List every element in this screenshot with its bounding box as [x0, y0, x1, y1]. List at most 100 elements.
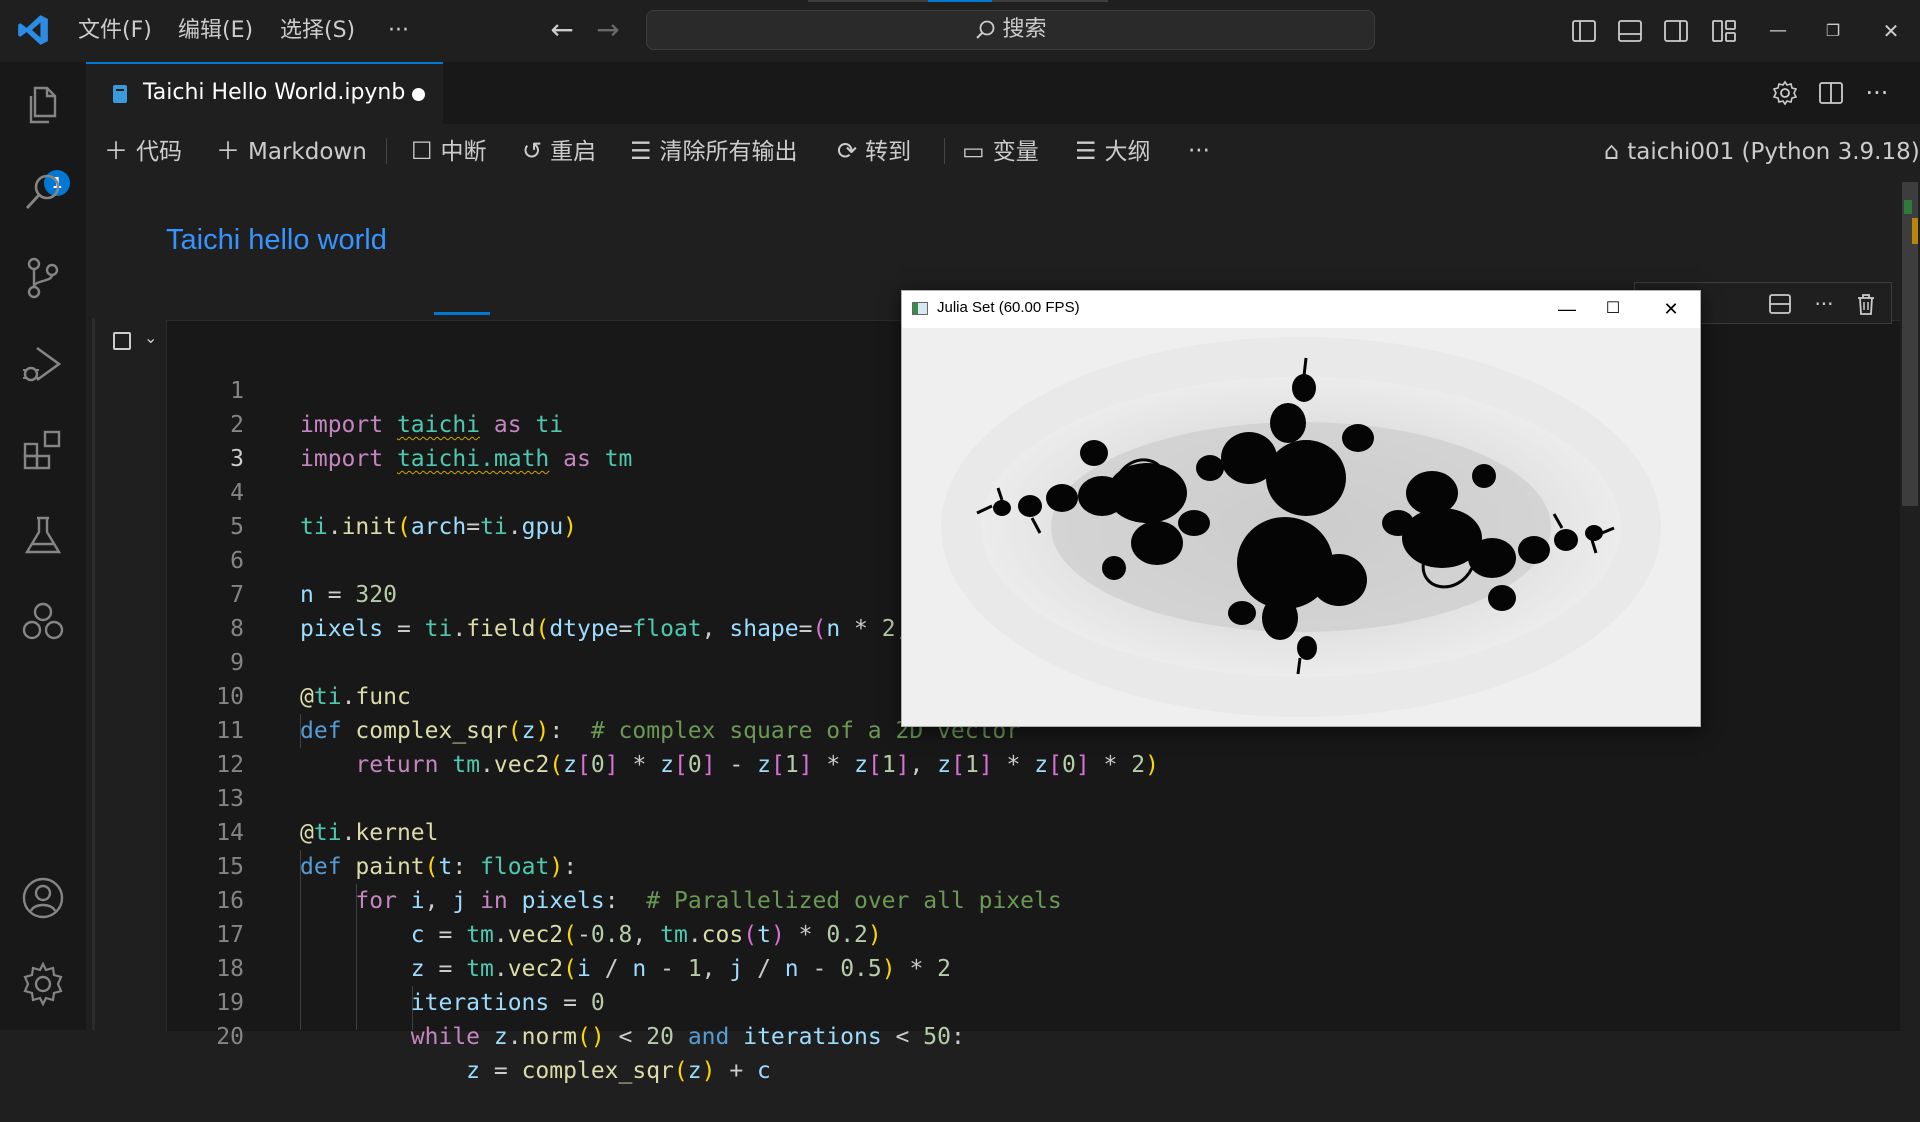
activity-bar: 1: [0, 62, 87, 1030]
julia-close-button[interactable]: ✕: [1649, 296, 1693, 322]
clear-outputs-icon: ☰: [630, 137, 652, 165]
tab-taichi-notebook[interactable]: Taichi Hello World.ipynb: [86, 62, 443, 124]
add-code-label: 代码: [136, 139, 182, 165]
plus-icon: ＋: [104, 137, 128, 165]
tab-title: Taichi Hello World.ipynb: [143, 80, 406, 105]
cell-focus-indicator: [92, 318, 95, 1030]
kernel-label: taichi001 (Python 3.9.18): [1627, 139, 1920, 165]
back-arrow-icon[interactable]: ←: [546, 14, 578, 46]
chevron-down-icon[interactable]: ⌄: [144, 328, 157, 347]
forward-arrow-icon[interactable]: →: [592, 14, 624, 46]
julia-window-titlebar[interactable]: Julia Set (60.00 FPS) — ☐ ✕: [902, 291, 1700, 329]
extensions-icon: [23, 430, 61, 470]
kernel-icon: ⌂: [1604, 137, 1620, 165]
kernel-picker[interactable]: ⌂ taichi001 (Python 3.9.18): [1604, 134, 1920, 168]
app-window-icon: [912, 302, 928, 315]
split-editor-icon[interactable]: [1816, 78, 1846, 108]
goto-label: 转到: [865, 139, 912, 165]
files-icon: [29, 86, 57, 124]
customize-layout-icon[interactable]: [1709, 16, 1739, 46]
settings-gear-icon[interactable]: [1770, 78, 1800, 108]
goto-button[interactable]: ⟳ 转到: [837, 134, 911, 168]
restart-button[interactable]: ↺ 重启: [522, 134, 596, 168]
add-markdown-label: Markdown: [248, 139, 367, 165]
add-markdown-cell-button[interactable]: ＋ Markdown: [216, 134, 367, 168]
menu-selection[interactable]: 选择(S): [280, 16, 355, 46]
code-text: while z.norm() < 20 and iterations < 50:: [410, 1024, 965, 1050]
code-line: 16 c = tm.vec2(-0.8, tm.cos(t) * 0.2): [166, 850, 1901, 948]
toggle-primary-sidebar-icon[interactable]: [1569, 16, 1599, 46]
search-icon: [976, 20, 995, 39]
source-control-icon: [27, 257, 59, 299]
stop-square-icon: ☐: [411, 137, 433, 165]
julia-window-title: Julia Set (60.00 FPS): [937, 299, 1080, 316]
sync-icon: ⟳: [837, 137, 858, 165]
account-icon: [22, 877, 64, 919]
menu-edit[interactable]: 编辑(E): [178, 16, 253, 46]
julia-minimize-button[interactable]: —: [1545, 296, 1589, 322]
explorer-button[interactable]: [19, 82, 67, 130]
title-bar: 文件(F) 编辑(E) 选择(S) ··· ← → 搜索 — ❐ ✕: [0, 0, 1920, 63]
vscode-logo-icon[interactable]: [16, 13, 50, 47]
restart-icon: ↺: [522, 137, 543, 165]
menu-more[interactable]: ···: [388, 16, 409, 46]
window-minimize-icon[interactable]: —: [1763, 16, 1793, 46]
delete-cell-icon[interactable]: [1853, 291, 1879, 317]
cell-run-checkbox[interactable]: [113, 332, 131, 350]
source-control-button[interactable]: [19, 254, 67, 302]
toggle-secondary-sidebar-icon[interactable]: [1661, 16, 1691, 46]
julia-set-window[interactable]: Julia Set (60.00 FPS) — ☐ ✕: [901, 290, 1701, 727]
outline-list-icon: ☰: [1075, 137, 1097, 165]
remote-explorer-button[interactable]: [19, 598, 67, 646]
title-bar-focus-indicator: [928, 0, 992, 2]
testing-button[interactable]: [19, 512, 67, 560]
line-number: 20: [216, 1024, 244, 1050]
variables-button[interactable]: ▭ 变量: [962, 134, 1039, 168]
toolbar-separator: [386, 138, 387, 164]
clear-all-outputs-button[interactable]: ☰ 清除所有输出: [630, 134, 798, 168]
restart-label: 重启: [550, 139, 597, 165]
menu-file[interactable]: 文件(F): [78, 16, 152, 46]
search-icon: [25, 174, 60, 209]
editor-tabs: Taichi Hello World.ipynb ···: [86, 62, 1920, 125]
manage-button[interactable]: [19, 960, 67, 1008]
search-view-button[interactable]: [19, 168, 67, 216]
code-line: 17 z = tm.vec2(i / n - 1, j / n - 0.5) *…: [166, 884, 1901, 982]
clear-outputs-label: 清除所有输出: [659, 139, 798, 165]
run-debug-button[interactable]: [19, 340, 67, 388]
markdown-heading[interactable]: Taichi hello world: [166, 224, 387, 257]
toolbar-more-button[interactable]: ···: [1188, 134, 1210, 168]
more-actions-icon[interactable]: ···: [1862, 78, 1892, 108]
command-center-search[interactable]: 搜索: [646, 10, 1375, 50]
code-line: 14 def paint(t: float):: [166, 782, 1901, 880]
toolbar-separator: [944, 138, 945, 164]
extensions-button[interactable]: [19, 426, 67, 474]
remote-icon: [22, 602, 64, 640]
code-line: 13 @ti.kernel: [166, 748, 1901, 846]
more-cell-actions-icon[interactable]: ···: [1811, 291, 1837, 317]
add-code-cell-button[interactable]: ＋ 代码: [104, 134, 182, 168]
variables-icon: ▭: [962, 137, 985, 165]
window-close-icon[interactable]: ✕: [1876, 16, 1906, 46]
interrupt-button[interactable]: ☐ 中断: [411, 134, 487, 168]
code-line: 20 z = complex_sqr(z) + c: [166, 986, 1901, 1084]
plus-icon: ＋: [216, 137, 240, 165]
scrollbar-change-marker: [1904, 200, 1912, 214]
notebook-toolbar: ＋ 代码 ＋ Markdown ☐ 中断 ↺ 重启 ☰ 清除所有输出 ⟳ 转到 ▭ 变量 ☰ 大…: [86, 124, 1920, 178]
variables-label: 变量: [992, 139, 1039, 165]
outline-button[interactable]: ☰ 大纲: [1075, 134, 1151, 168]
window-restore-icon[interactable]: ❐: [1818, 16, 1848, 46]
julia-maximize-button[interactable]: ☐: [1591, 296, 1635, 322]
code-text: z = complex_sqr(z) + c: [466, 1058, 771, 1084]
outline-label: 大纲: [1104, 139, 1151, 165]
code-line: 18 iterations = 0: [166, 918, 1901, 1016]
unsaved-dot-icon[interactable]: [412, 88, 425, 101]
julia-set-canvas: [902, 328, 1700, 726]
search-placeholder: 搜索: [1002, 17, 1047, 42]
accounts-button[interactable]: [19, 874, 67, 922]
scrollbar-warning-marker: [1912, 218, 1918, 244]
code-line: 15 for i, j in pixels: # Parallelized ov…: [166, 816, 1901, 914]
split-cell-icon[interactable]: [1767, 291, 1793, 317]
toggle-panel-icon[interactable]: [1615, 16, 1645, 46]
testing-icon: [24, 516, 62, 554]
